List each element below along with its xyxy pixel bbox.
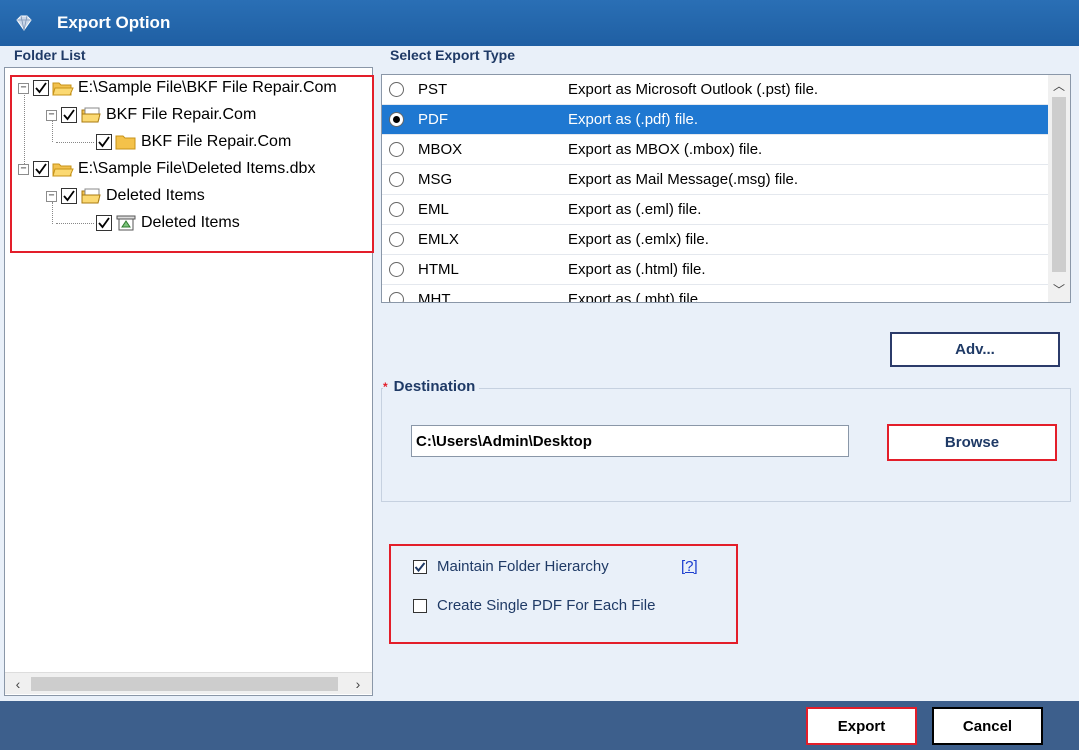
radio-button[interactable] bbox=[389, 202, 404, 217]
export-type-description: Export as Mail Message(.msg) file. bbox=[568, 171, 799, 188]
scrollbar-thumb[interactable] bbox=[31, 677, 338, 691]
folder-stack-icon bbox=[80, 187, 102, 205]
tree-checkbox[interactable] bbox=[61, 107, 77, 123]
browse-button[interactable]: Browse bbox=[887, 424, 1057, 461]
open-folder-icon bbox=[52, 79, 74, 97]
export-type-name: HTML bbox=[418, 261, 459, 278]
radio-button[interactable] bbox=[389, 292, 404, 302]
tree-checkbox[interactable] bbox=[33, 80, 49, 96]
export-option-eml[interactable]: EML Export as (.eml) file. bbox=[382, 195, 1048, 225]
export-type-name: MSG bbox=[418, 171, 453, 188]
collapse-icon[interactable]: − bbox=[46, 190, 57, 202]
export-type-list: PST Export as Microsoft Outlook (.pst) f… bbox=[381, 74, 1071, 303]
folder-stack-icon bbox=[80, 106, 102, 124]
maintain-hierarchy-label: Maintain Folder Hierarchy bbox=[437, 558, 609, 575]
collapse-icon[interactable]: − bbox=[18, 82, 29, 94]
export-type-description: Export as MBOX (.mbox) file. bbox=[568, 141, 763, 158]
scroll-right-icon[interactable]: › bbox=[349, 675, 367, 693]
horizontal-scrollbar[interactable]: ‹ › bbox=[5, 672, 372, 694]
tree-node-label: Deleted Items bbox=[106, 187, 205, 204]
export-button[interactable]: Export bbox=[806, 707, 917, 745]
folder-list-label: Folder List bbox=[14, 47, 86, 63]
maintain-hierarchy-checkbox[interactable] bbox=[413, 559, 427, 574]
export-type-label: Select Export Type bbox=[390, 47, 516, 63]
tree-checkbox[interactable] bbox=[33, 161, 49, 177]
tree-checkbox[interactable] bbox=[96, 134, 112, 150]
destination-label: * Destination bbox=[383, 378, 480, 395]
export-option-html[interactable]: HTML Export as (.html) file. bbox=[382, 255, 1048, 285]
tree-node-deleted-leaf[interactable]: Deleted Items bbox=[56, 211, 240, 235]
tree-node-label: Deleted Items bbox=[141, 214, 240, 231]
footer-bar bbox=[0, 701, 1079, 750]
scroll-left-icon[interactable]: ‹ bbox=[9, 675, 27, 693]
export-type-description: Export as (.pdf) file. bbox=[568, 111, 699, 128]
help-link[interactable]: [?] bbox=[681, 558, 698, 575]
open-folder-icon bbox=[52, 160, 74, 178]
export-type-name: MHT bbox=[418, 291, 451, 303]
export-type-description: Export as (.eml) file. bbox=[568, 201, 702, 218]
tree-node-label: BKF File Repair.Com bbox=[141, 133, 292, 150]
tree-node-deleted-folder[interactable]: − Deleted Items bbox=[46, 184, 205, 208]
tree-connector bbox=[56, 141, 94, 143]
tree-checkbox[interactable] bbox=[61, 188, 77, 204]
radio-button[interactable] bbox=[389, 112, 404, 127]
destination-path-input[interactable] bbox=[411, 425, 849, 457]
app-logo-icon bbox=[14, 13, 34, 33]
radio-button[interactable] bbox=[389, 262, 404, 277]
export-type-description: Export as Microsoft Outlook (.pst) file. bbox=[568, 81, 819, 98]
export-type-name: MBOX bbox=[418, 141, 463, 158]
export-type-name: PST bbox=[418, 81, 448, 98]
vertical-scrollbar[interactable]: ︿ ﹀ bbox=[1048, 75, 1070, 302]
destination-label-text: Destination bbox=[393, 378, 476, 395]
export-option-emlx[interactable]: EMLX Export as (.emlx) file. bbox=[382, 225, 1048, 255]
radio-button[interactable] bbox=[389, 142, 404, 157]
export-type-name: PDF bbox=[418, 111, 448, 128]
tree-node-bkf-folder[interactable]: − BKF File Repair.Com bbox=[46, 103, 256, 127]
scroll-up-icon[interactable]: ︿ bbox=[1050, 77, 1068, 95]
export-option-mht[interactable]: MHT Export as (.mht) file. bbox=[382, 285, 1048, 303]
single-pdf-label: Create Single PDF For Each File bbox=[437, 597, 656, 614]
folder-icon bbox=[115, 133, 137, 151]
maintain-hierarchy-option[interactable]: Maintain Folder Hierarchy bbox=[413, 558, 609, 575]
radio-button[interactable] bbox=[389, 232, 404, 247]
window-title: Export Option bbox=[57, 13, 171, 32]
title-bar: Export Option bbox=[0, 0, 1079, 46]
collapse-icon[interactable]: − bbox=[18, 163, 29, 175]
export-type-name: EMLX bbox=[418, 231, 459, 248]
tree-node-label: E:\Sample File\Deleted Items.dbx bbox=[78, 160, 316, 177]
export-option-pdf[interactable]: PDF Export as (.pdf) file. bbox=[382, 105, 1048, 135]
radio-button[interactable] bbox=[389, 172, 404, 187]
radio-button[interactable] bbox=[389, 82, 404, 97]
tree-node-root-deleted[interactable]: − E:\Sample File\Deleted Items.dbx bbox=[18, 157, 315, 181]
required-marker: * bbox=[383, 380, 388, 394]
scrollbar-thumb[interactable] bbox=[1052, 97, 1066, 272]
tree-node-bkf-leaf[interactable]: BKF File Repair.Com bbox=[56, 130, 291, 154]
advanced-button[interactable]: Adv... bbox=[890, 332, 1060, 367]
tree-node-root-bkf[interactable]: − E:\Sample File\BKF File Repair.Com bbox=[18, 76, 337, 100]
tree-checkbox[interactable] bbox=[96, 215, 112, 231]
single-pdf-checkbox[interactable] bbox=[413, 598, 427, 613]
export-type-name: EML bbox=[418, 201, 449, 218]
tree-node-label: E:\Sample File\BKF File Repair.Com bbox=[78, 79, 337, 96]
deleted-items-icon bbox=[115, 214, 137, 232]
export-type-description: Export as (.html) file. bbox=[568, 261, 706, 278]
export-option-msg[interactable]: MSG Export as Mail Message(.msg) file. bbox=[382, 165, 1048, 195]
cancel-button[interactable]: Cancel bbox=[932, 707, 1043, 745]
scroll-down-icon[interactable]: ﹀ bbox=[1050, 281, 1068, 299]
tree-node-label: BKF File Repair.Com bbox=[106, 106, 257, 123]
collapse-icon[interactable]: − bbox=[46, 109, 57, 121]
export-type-description: Export as (.mht) file. bbox=[568, 291, 703, 303]
export-type-description: Export as (.emlx) file. bbox=[568, 231, 709, 248]
export-option-mbox[interactable]: MBOX Export as MBOX (.mbox) file. bbox=[382, 135, 1048, 165]
export-option-pst[interactable]: PST Export as Microsoft Outlook (.pst) f… bbox=[382, 75, 1048, 105]
single-pdf-option[interactable]: Create Single PDF For Each File bbox=[413, 597, 655, 614]
tree-connector bbox=[56, 222, 94, 224]
